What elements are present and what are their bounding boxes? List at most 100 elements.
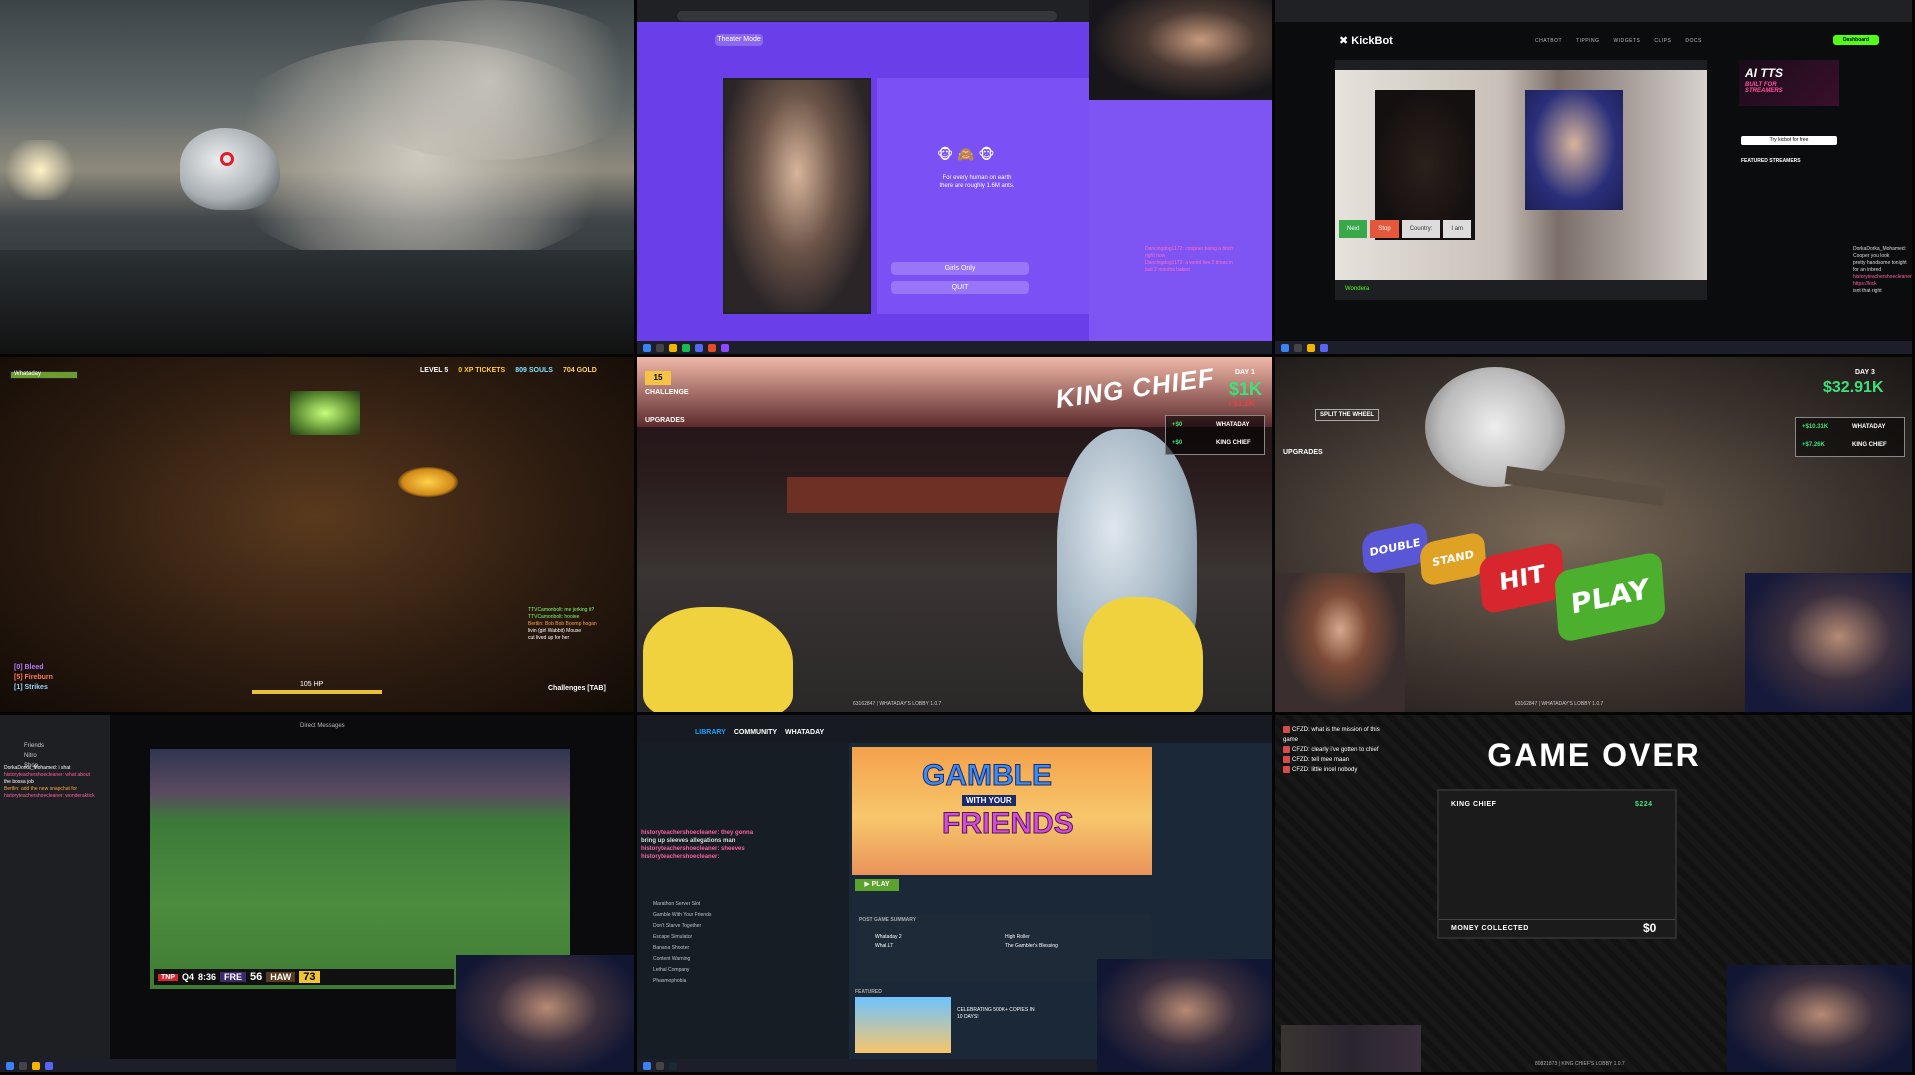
steam-icon[interactable] [669, 1061, 677, 1070]
tile-blackjack-game[interactable]: DOUBLE STAND HIT PLAY DAY 3 $32.91K +$10… [1275, 357, 1915, 715]
upgrade-tile[interactable]: SPLIT THE WHEEL [1315, 409, 1379, 421]
quarter: Q4 [182, 972, 195, 982]
url-bar[interactable] [677, 11, 1057, 21]
souls-text: 809 SOULS [515, 367, 553, 374]
search-icon[interactable] [19, 1061, 27, 1070]
library-item[interactable]: Escape Simulator [653, 932, 711, 943]
chat-line: last 2 months baked [1145, 267, 1190, 273]
fact-line-1: For every human on earth [942, 175, 1012, 181]
lobby-footer: 80821873 | KING CHIEF'S LOBBY 1.0.7 [1535, 1061, 1625, 1067]
spotify-icon[interactable] [682, 343, 690, 352]
challenges-hint: Challenges [TAB] [548, 685, 606, 692]
folder-icon[interactable] [32, 1061, 40, 1070]
clip-channel[interactable]: Wondera [1345, 286, 1369, 292]
play-button[interactable]: ▶ PLAY [855, 879, 899, 891]
brand-name: KickBot [1351, 35, 1393, 47]
friend-webcam [1275, 573, 1405, 712]
folder-icon[interactable] [1307, 343, 1315, 352]
nav-docs[interactable]: DOCS [1685, 38, 1701, 44]
discord-icon[interactable] [45, 1061, 53, 1070]
discord-icon[interactable] [695, 343, 703, 352]
library-item[interactable]: Gamble With Your Friends [653, 910, 711, 921]
hit-button[interactable]: HIT [1478, 541, 1566, 615]
nav-tipping[interactable]: TIPPING [1576, 38, 1600, 44]
money-value: $1K [1229, 379, 1263, 399]
yellow-hand-left [643, 607, 793, 712]
chat-line: Dancingdog1172: coopoer being a bitch [1145, 246, 1234, 252]
windows-taskbar [637, 1059, 1097, 1072]
search-icon[interactable] [656, 1061, 664, 1070]
gender-select[interactable]: I am [1443, 220, 1472, 238]
chrome-icon[interactable] [708, 343, 716, 352]
chat-line: right now [1145, 253, 1166, 259]
try-kickbot-button[interactable]: Try kicbot for free [1741, 136, 1837, 145]
featured-thumbnail[interactable] [855, 997, 951, 1053]
result-amount: $224 [1635, 801, 1653, 808]
stat-fireburn: [5] Fireburn [14, 674, 53, 681]
nav-nitro[interactable]: Nitro [24, 751, 44, 761]
tile-discord-football: Friends Nitro Shop DorkaDorka_Mohamed: i… [0, 715, 637, 1075]
chat-line: Dancingdog1172: a weird live 2 times in [1145, 260, 1234, 266]
stand-button[interactable]: STAND [1419, 530, 1487, 588]
nav-widgets[interactable]: WIDGETS [1614, 38, 1641, 44]
tile-drift-video[interactable] [0, 0, 637, 357]
football-stream[interactable] [150, 749, 570, 989]
dashboard-button[interactable]: Dashboard [1833, 35, 1879, 45]
chat-line: the bossa job [4, 779, 34, 785]
nav-chatbot[interactable]: CHATBOT [1535, 38, 1562, 44]
stream-chat: historyteachershoecleaner: they gonna br… [641, 829, 847, 861]
window-title: Direct Messages [300, 723, 345, 729]
library-item[interactable]: Don't Starve Together [653, 921, 711, 932]
home-score: 56 [250, 971, 263, 983]
guy-blue-headphones [1525, 90, 1623, 210]
feature-title[interactable]: CELEBRATING 500K+ COPIES IN 10 DAYS! [957, 1007, 1037, 1021]
girls-only-button[interactable]: Girls Only [891, 262, 1029, 275]
stop-button[interactable]: Stop [1370, 220, 1399, 238]
library-item[interactable]: Banana Shooter [653, 943, 711, 954]
tab-library[interactable]: LIBRARY [695, 729, 726, 736]
library-item[interactable]: Lethal Company [653, 965, 711, 976]
streamer-webcam [1745, 573, 1912, 712]
quit-button[interactable]: QUIT [891, 281, 1029, 294]
windows-taskbar [0, 1059, 456, 1072]
money-target: / $1.2K [1229, 399, 1255, 408]
tab-community[interactable]: COMMUNITY [734, 729, 777, 736]
discord-icon[interactable] [1320, 343, 1328, 352]
search-icon[interactable] [656, 343, 664, 352]
away-score: 73 [299, 971, 320, 983]
windows-start-icon[interactable] [1281, 343, 1289, 352]
windows-start-icon[interactable] [643, 1061, 651, 1070]
windows-start-icon[interactable] [6, 1061, 14, 1070]
theater-mode-button[interactable]: Theater Mode [715, 34, 763, 46]
twitch-icon[interactable] [721, 343, 729, 352]
nav-clips[interactable]: CLIPS [1654, 38, 1671, 44]
lobby-footer: 63162847 | WHATADAY'S LOBBY 1.0.7 [853, 701, 942, 707]
tile-dungeon-game[interactable]: Whataday LEVEL 5 0 XP TICKETS 809 SOULS … [0, 357, 637, 715]
kickbot-logo[interactable]: ✖ KickBot [1339, 34, 1393, 47]
achievement: Whataday 2 [875, 934, 902, 940]
library-item[interactable]: Phasmophobia [653, 976, 711, 987]
money-value: $32.91K [1823, 379, 1884, 396]
windows-start-icon[interactable] [643, 343, 651, 352]
score-delta: +$7.26K [1802, 442, 1825, 448]
upgrades-label: UPGRADES [645, 417, 685, 424]
library-item[interactable]: Content Warning [653, 954, 711, 965]
search-icon[interactable] [1294, 343, 1302, 352]
challenge-counter: 15 [645, 371, 671, 385]
chat-line: DorkaDorka_Mohamed: i shat [4, 765, 71, 771]
kick-chat: DorkaDorka_Mohamed: Cooper you look pret… [1853, 246, 1912, 295]
day-label: DAY 3 [1855, 369, 1875, 376]
country-select[interactable]: Country: [1401, 220, 1441, 238]
clip-player[interactable]: Next Stop Country: I am Wondera [1335, 60, 1707, 300]
library-item[interactable]: Marathon Server Slot [653, 899, 711, 910]
next-button[interactable]: Next [1339, 220, 1368, 238]
double-button[interactable]: DOUBLE [1361, 520, 1429, 576]
play-button[interactable]: PLAY [1554, 550, 1666, 644]
streamer-webcam [1097, 959, 1272, 1072]
fact-text: For every human on earth there are rough… [897, 174, 1057, 190]
tile-king-chief-game[interactable]: 15 CHALLENGE UPGRADES KING CHIEF DAY 1 $… [637, 357, 1275, 715]
tab-profile[interactable]: WHATADAY [785, 729, 824, 736]
folder-icon[interactable] [669, 343, 677, 352]
nav-friends[interactable]: Friends [24, 741, 44, 751]
tile-browser-omegle: Theater Mode 🐵 🙈 🐵 For every human on ea… [637, 0, 1275, 357]
